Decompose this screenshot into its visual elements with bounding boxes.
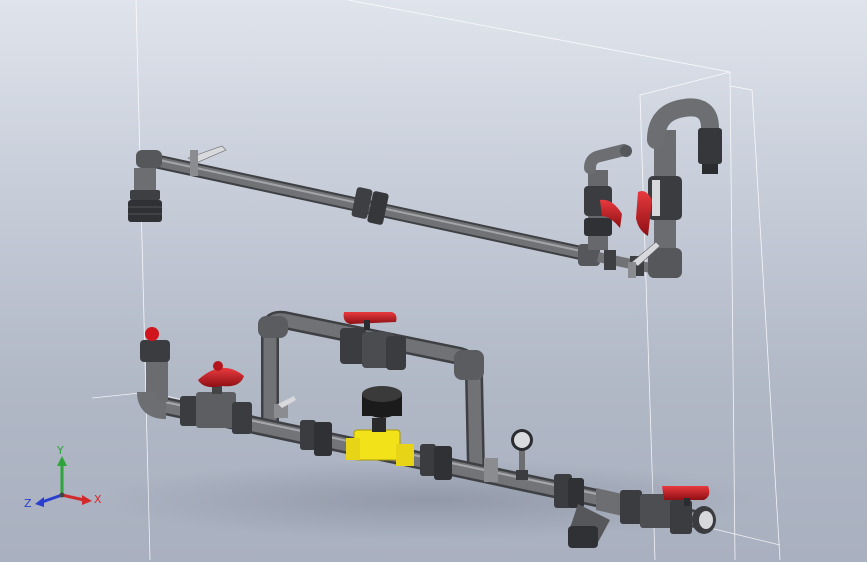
y-axis-arrow-icon <box>57 456 67 466</box>
x-axis-line <box>61 493 85 502</box>
z-axis-arrow-icon <box>35 497 44 507</box>
coordinate-triad: Y X Z <box>24 444 102 510</box>
cad-3d-viewport[interactable]: Y X Z <box>0 0 867 562</box>
z-axis-label: Z <box>24 497 32 510</box>
z-axis-line <box>41 493 63 504</box>
upper-pipe-assembly[interactable] <box>128 98 722 278</box>
piping-assembly-model[interactable] <box>0 0 867 562</box>
y-axis-label: Y <box>56 444 64 457</box>
x-axis-arrow-icon <box>82 495 92 505</box>
x-axis-label: X <box>94 493 102 506</box>
